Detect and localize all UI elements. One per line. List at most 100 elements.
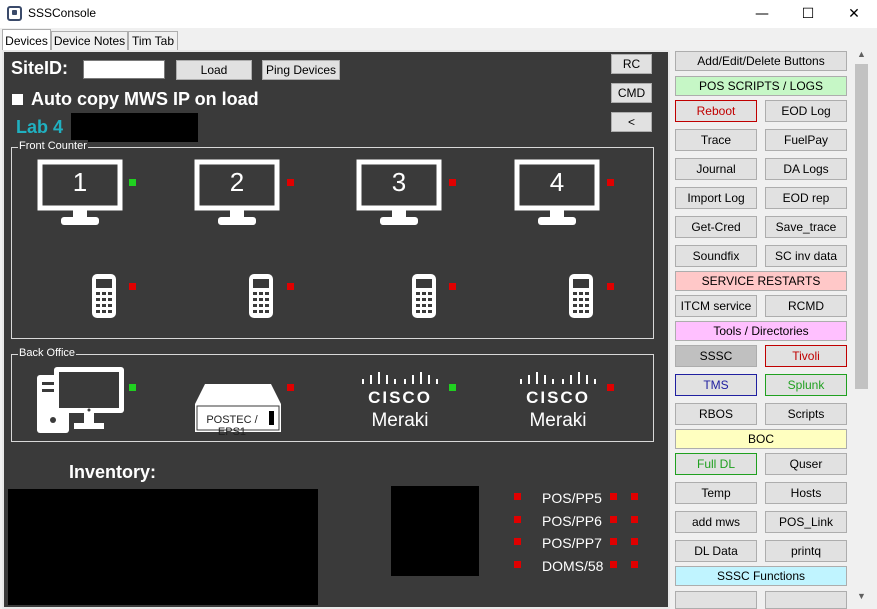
inventory-label: Inventory:: [69, 462, 157, 482]
pp7-led-mid: [610, 538, 617, 545]
pinpad-3-status-led: [449, 283, 456, 290]
rc-button[interactable]: RC: [611, 54, 652, 74]
pp6-led-left: [514, 516, 521, 523]
soundfix-button[interactable]: Soundfix: [675, 245, 757, 267]
back-button[interactable]: <: [611, 112, 652, 132]
scripts-button[interactable]: Scripts: [765, 403, 847, 425]
meraki-2-status-led: [607, 384, 614, 391]
import-log-button[interactable]: Import Log: [675, 187, 757, 209]
cmd-button[interactable]: CMD: [611, 83, 652, 103]
service-restarts-header: SERVICE RESTARTS: [675, 271, 847, 291]
partial-button-2[interactable]: [765, 591, 847, 609]
cisco-text-1: CISCO: [368, 388, 432, 407]
inventory-redacted: [8, 489, 318, 605]
tab-devices[interactable]: Devices: [2, 29, 51, 51]
itcm-service-button[interactable]: ITCM service: [675, 295, 757, 317]
hosts-button[interactable]: Hosts: [765, 482, 847, 504]
doms-label: DOMS/58: [542, 558, 604, 574]
back-office-label: Back Office: [18, 347, 77, 359]
window-title: SSSConsole: [28, 6, 97, 20]
pc-status-led: [129, 384, 136, 391]
scroll-up-icon[interactable]: ▲: [853, 46, 870, 62]
printq-button[interactable]: printq: [765, 540, 847, 562]
siteid-input[interactable]: [83, 60, 165, 79]
partial-button-1[interactable]: [675, 591, 757, 609]
rbos-button[interactable]: RBOS: [675, 403, 757, 425]
save-trace-button[interactable]: Save_trace: [765, 216, 847, 238]
back-office-pc-icon[interactable]: [36, 366, 126, 434]
trace-button[interactable]: Trace: [675, 129, 757, 151]
autocopy-label: Auto copy MWS IP on load: [31, 89, 259, 109]
sssc-functions-header: SSSC Functions: [675, 566, 847, 586]
pinpad-1-status-led: [129, 283, 136, 290]
monitor-4-status-led: [607, 179, 614, 186]
cisco-text-2: CISCO: [526, 388, 590, 407]
close-button[interactable]: ✕: [831, 0, 877, 28]
front-counter-label: Front Counter: [18, 140, 88, 152]
redacted-box-2: [391, 486, 479, 576]
monitor-4-number: 4: [549, 167, 565, 197]
boc-header: BOC: [675, 429, 847, 449]
cisco-logo-icon: [519, 372, 597, 386]
add-mws-button[interactable]: add mws: [675, 511, 757, 533]
da-logs-button[interactable]: DA Logs: [765, 158, 847, 180]
meraki-text-1: Meraki: [371, 410, 429, 431]
monitor-2-status-led: [287, 179, 294, 186]
pp6-led-right: [631, 516, 638, 523]
pp7-led-right: [631, 538, 638, 545]
full-dl-button[interactable]: Full DL: [675, 453, 757, 475]
pp5-led-right: [631, 493, 638, 500]
pinpad-4-icon[interactable]: [567, 272, 595, 320]
tab-device-notes[interactable]: Device Notes: [51, 31, 128, 50]
temp-button[interactable]: Temp: [675, 482, 757, 504]
pinpad-1-icon[interactable]: [90, 272, 118, 320]
maximize-button[interactable]: ☐: [785, 0, 831, 28]
meraki-text-2: Meraki: [529, 410, 587, 431]
eod-log-button[interactable]: EOD Log: [765, 100, 847, 122]
reboot-button[interactable]: Reboot: [675, 100, 757, 122]
monitor-3-status-led: [449, 179, 456, 186]
pos-link-button[interactable]: POS_Link: [765, 511, 847, 533]
redacted-block: [71, 113, 198, 142]
app-icon: [7, 6, 22, 21]
load-button[interactable]: Load: [176, 60, 252, 80]
tms-button[interactable]: TMS: [675, 374, 757, 396]
pp5-label: POS/PP5: [542, 490, 602, 506]
cisco-logo-icon: [361, 372, 439, 386]
pp7-led-left: [514, 538, 521, 545]
lab-label: Lab 4: [16, 117, 64, 137]
eod-rep-button[interactable]: EOD rep: [765, 187, 847, 209]
pinpad-3-icon[interactable]: [410, 272, 438, 320]
pp7-label: POS/PP7: [542, 535, 602, 551]
minimize-button[interactable]: —: [739, 0, 785, 28]
sc-inv-data-button[interactable]: SC inv data: [765, 245, 847, 267]
sssc-button[interactable]: SSSC: [675, 345, 757, 367]
monitor-3-number: 3: [391, 167, 407, 197]
pp5-led-mid: [610, 493, 617, 500]
journal-button[interactable]: Journal: [675, 158, 757, 180]
pos-scripts-header: POS SCRIPTS / LOGS: [675, 76, 847, 96]
scrollbar-thumb[interactable]: [855, 64, 868, 389]
siteid-label: SiteID:: [11, 58, 69, 78]
monitor-2-number: 2: [229, 167, 245, 197]
quser-button[interactable]: Quser: [765, 453, 847, 475]
dl-data-button[interactable]: DL Data: [675, 540, 757, 562]
pinpad-2-icon[interactable]: [247, 272, 275, 320]
tivoli-button[interactable]: Tivoli: [765, 345, 847, 367]
doms-led-right: [631, 561, 638, 568]
autocopy-checkbox[interactable]: [12, 94, 23, 105]
add-edit-delete-buttons[interactable]: Add/Edit/Delete Buttons: [675, 51, 847, 71]
scroll-down-icon[interactable]: ▼: [853, 588, 870, 604]
postec-label: POSTEC / EPS1: [206, 414, 258, 438]
ping-devices-button[interactable]: Ping Devices: [262, 60, 340, 80]
monitor-1-number: 1: [72, 167, 88, 197]
tab-tim-tab[interactable]: Tim Tab: [128, 31, 178, 50]
doms-led-left: [514, 561, 521, 568]
monitor-1-status-led: [129, 179, 136, 186]
pp6-label: POS/PP6: [542, 513, 602, 529]
fuelpay-button[interactable]: FuelPay: [765, 129, 847, 151]
pp6-led-mid: [610, 516, 617, 523]
splunk-button[interactable]: Splunk: [765, 374, 847, 396]
get-cred-button[interactable]: Get-Cred: [675, 216, 757, 238]
rcmd-button[interactable]: RCMD: [765, 295, 847, 317]
